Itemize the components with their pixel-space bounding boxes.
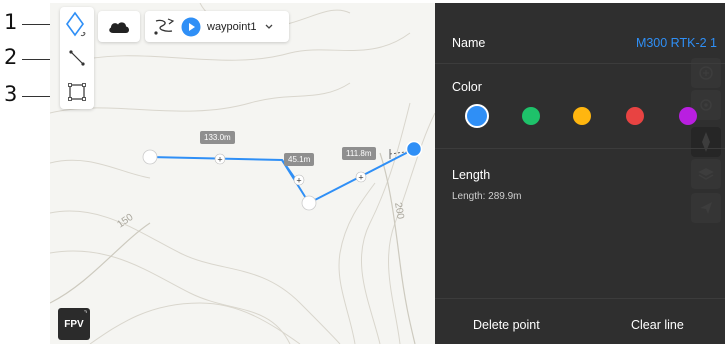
callout-number-1: 1 — [4, 10, 18, 34]
distance-tag: 111.8m — [342, 147, 376, 160]
area-tool[interactable] — [60, 75, 94, 109]
rectangle-area-icon — [68, 83, 86, 101]
cloud-icon — [109, 21, 129, 33]
route-name: waypoint1 — [207, 20, 257, 33]
svg-text:+: + — [358, 173, 363, 183]
name-label: Name — [452, 36, 486, 50]
line-tool[interactable] — [60, 41, 94, 75]
length-label: Length — [452, 168, 491, 182]
color-swatch-purple[interactable] — [679, 107, 697, 125]
divider — [435, 148, 725, 149]
color-swatch-yellow[interactable] — [573, 107, 591, 125]
color-swatch-red[interactable] — [626, 107, 644, 125]
svg-text:+: + — [217, 155, 222, 165]
contour-label-150: 150 — [115, 212, 135, 231]
svg-text:+: + — [296, 176, 301, 186]
midpoint-handle[interactable]: + — [293, 174, 305, 186]
delete-point-button[interactable]: Delete point — [473, 318, 540, 332]
compass-icon — [691, 127, 721, 157]
midpoint-handle[interactable]: + — [355, 171, 367, 183]
route-selector[interactable]: waypoint1 — [145, 11, 289, 42]
name-value[interactable]: M300 RTK-2 1 — [636, 36, 717, 50]
chevron-down-icon — [265, 24, 273, 29]
arrow-icon — [691, 193, 721, 223]
fpv-label: FPV — [64, 318, 84, 330]
callout-number-2: 2 — [4, 45, 18, 69]
layers-icon — [691, 159, 721, 189]
divider — [435, 298, 725, 299]
clear-line-button[interactable]: Clear line — [631, 318, 684, 332]
waypoint-tool[interactable] — [60, 7, 94, 41]
fpv-button[interactable]: FPV ⌝ — [58, 308, 90, 340]
color-label: Color — [452, 80, 482, 94]
length-value: Length: 289.9m — [452, 191, 522, 202]
route-icon — [154, 17, 175, 35]
expand-corner-icon: ⌝ — [83, 311, 87, 318]
play-icon[interactable] — [181, 17, 201, 37]
drawing-toolbox — [60, 7, 94, 109]
callout-number-3: 3 — [4, 82, 18, 106]
divider — [435, 63, 725, 64]
color-swatch-green[interactable] — [522, 107, 540, 125]
line-properties-panel: Name M300 RTK-2 1 Color Length Length: 2… — [435, 3, 725, 344]
terrain-contours: 150 200 + + + — [50, 3, 435, 344]
waypoint-marker[interactable] — [142, 149, 158, 165]
map-view[interactable]: 150 200 + + + 133.0m 45.1m 111.8m waypoi… — [50, 3, 435, 344]
distance-tag: 133.0m — [200, 131, 235, 144]
polyline-icon — [69, 50, 85, 66]
waypoint-marker-selected[interactable] — [405, 140, 423, 158]
midpoint-handle[interactable]: + — [214, 153, 226, 165]
diamond-pin-icon — [66, 11, 86, 37]
color-swatch-blue[interactable] — [465, 104, 489, 128]
cloud-button[interactable] — [98, 11, 140, 42]
distance-tag: 45.1m — [284, 153, 315, 166]
waypoint-marker[interactable] — [301, 195, 317, 211]
